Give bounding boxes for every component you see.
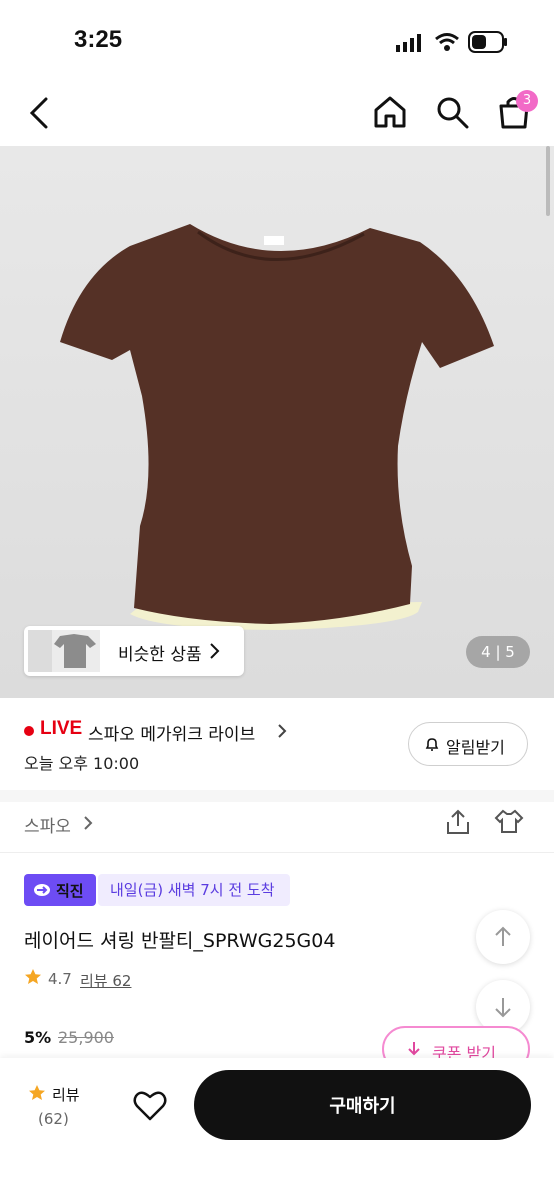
star-icon: [25, 969, 41, 984]
live-title[interactable]: 스파오 메가위크 라이브: [88, 720, 255, 745]
tshirt-image: [60, 224, 494, 630]
chevron-right-icon[interactable]: [276, 722, 288, 740]
chevron-right-icon: [210, 643, 220, 659]
bottom-review-count[interactable]: (62): [38, 1110, 69, 1128]
similar-products-label: 비슷한 상품: [118, 645, 202, 665]
product-title: 레이어드 셔링 반팔티_SPRWG25G04: [24, 930, 336, 952]
cart-count-badge: 3: [516, 90, 538, 112]
back-icon[interactable]: [24, 96, 56, 130]
product-image[interactable]: [0, 146, 554, 698]
bottom-review-label[interactable]: 리뷰: [52, 1084, 80, 1105]
status-time: 3:25: [74, 26, 123, 53]
rating-value: 4.7: [48, 970, 72, 988]
direct-badge-label: 직진: [56, 882, 84, 900]
review-link[interactable]: 리뷰 62: [80, 970, 131, 991]
chevron-right-icon[interactable]: [82, 814, 94, 832]
download-icon: [408, 1042, 420, 1056]
scrollbar[interactable]: [546, 146, 550, 216]
top-nav: [0, 80, 554, 146]
search-icon[interactable]: [434, 94, 470, 130]
share-icon[interactable]: [444, 808, 472, 836]
signal-icon: [396, 34, 421, 52]
alarm-button-label: 알림받기: [446, 738, 505, 757]
wifi-icon: [435, 33, 459, 51]
scroll-up-button[interactable]: [476, 910, 530, 964]
live-tag: LIVE: [40, 718, 83, 739]
live-dot-icon: [24, 726, 34, 736]
brand-link[interactable]: 스파오: [24, 812, 71, 837]
divider: [0, 852, 554, 853]
home-icon[interactable]: [372, 94, 408, 130]
bell-plus-icon: [425, 738, 439, 751]
original-price: 25,900: [58, 1028, 114, 1047]
buy-button-label: 구매하기: [329, 1096, 396, 1117]
star-icon: [29, 1085, 45, 1100]
heart-icon[interactable]: [132, 1088, 168, 1122]
delivery-badge: 내일(금) 새벽 7시 전 도착: [98, 874, 290, 906]
battery-icon: [468, 31, 507, 53]
section-divider: [0, 790, 554, 802]
direct-delivery-icon: [34, 884, 50, 896]
discount-rate: 5%: [24, 1028, 52, 1047]
live-time: 오늘 오후 10:00: [24, 754, 140, 773]
arrow-up-icon: [495, 926, 511, 946]
similar-product-thumbnail: [28, 630, 100, 672]
image-pager: 4 | 5: [466, 636, 530, 668]
shirt-size-icon[interactable]: [494, 808, 524, 836]
